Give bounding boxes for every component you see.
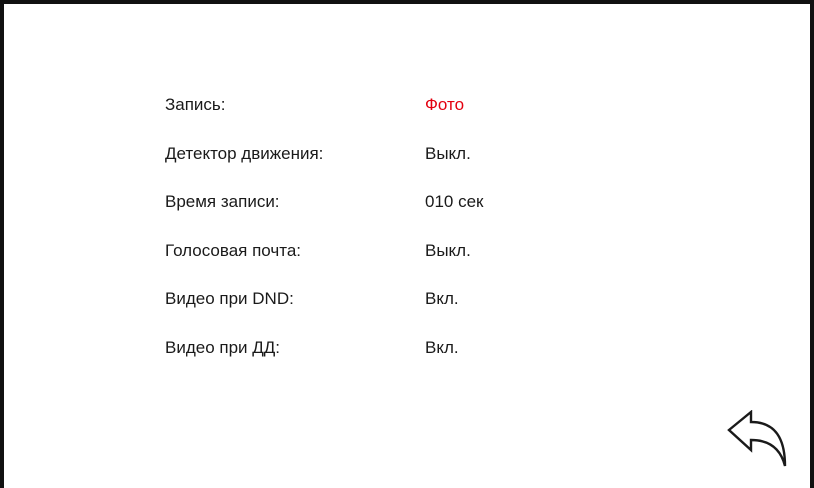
setting-row-motion-detector[interactable]: Детектор движения: Выкл. (165, 130, 483, 179)
setting-label: Видео при ДД: (165, 337, 281, 357)
setting-row-video-dd[interactable]: Видео при ДД: Вкл. (165, 324, 483, 373)
setting-label: Голосовая почта: (165, 240, 301, 260)
setting-row-video-dnd[interactable]: Видео при DND: Вкл. (165, 275, 483, 324)
setting-value[interactable]: Выкл. (425, 241, 471, 261)
settings-screen: Запись: Фото Детектор движения: Выкл. Вр… (0, 0, 814, 488)
setting-label: Время записи: (165, 192, 280, 212)
setting-label: Детектор движения: (165, 143, 324, 163)
setting-value[interactable]: Выкл. (425, 144, 471, 164)
setting-row-record[interactable]: Запись: Фото (165, 81, 483, 130)
setting-label: Запись: (165, 95, 226, 115)
setting-value[interactable]: Вкл. (425, 289, 459, 309)
setting-value[interactable]: 010 сек (425, 192, 483, 212)
setting-value[interactable]: Вкл. (425, 338, 459, 358)
setting-label: Видео при DND: (165, 289, 294, 309)
setting-row-record-time[interactable]: Время записи: 010 сек (165, 178, 483, 227)
back-button[interactable] (727, 410, 789, 468)
back-arrow-icon (727, 410, 787, 467)
setting-row-voicemail[interactable]: Голосовая почта: Выкл. (165, 227, 483, 276)
settings-list: Запись: Фото Детектор движения: Выкл. Вр… (165, 81, 483, 372)
setting-value[interactable]: Фото (425, 95, 464, 115)
